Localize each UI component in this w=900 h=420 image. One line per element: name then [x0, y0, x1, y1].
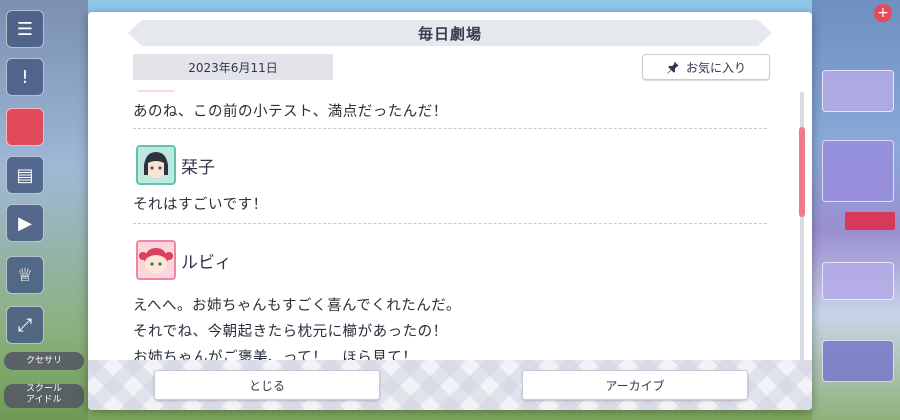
- conversation-entry: ルビィ えへへ。お姉ちゃんもすごく喜んでくれたんだ。 それでね、今朝起きたら枕元…: [133, 224, 767, 360]
- trophy-icon[interactable]: ♕: [6, 256, 44, 294]
- character-face-icon: [139, 248, 173, 274]
- dialogue-line: それはすごいです！: [133, 197, 268, 213]
- shioriko-avatar: [136, 145, 176, 185]
- scrollbar-thumb[interactable]: [799, 127, 805, 217]
- favorite-button[interactable]: お気に入り: [642, 54, 770, 80]
- conversation-entry: 栞子 それはすごいです！: [133, 129, 767, 224]
- video-icon[interactable]: ▶: [6, 204, 44, 242]
- conversation-scroll-area[interactable]: あのね、この前の小テスト、満点だったんだ！ 栞子 それはすごいです！ ルビィ え…: [133, 90, 767, 360]
- close-button[interactable]: とじる: [154, 370, 380, 400]
- speaker-name: ルビィ: [181, 253, 232, 273]
- background-tile[interactable]: [822, 140, 894, 202]
- ruby-avatar: [136, 240, 176, 280]
- conversation-entry: あのね、この前の小テスト、満点だったんだ！: [133, 90, 767, 129]
- avatar: [136, 90, 176, 92]
- dialogue-line: お姉ちゃんがご褒美、って！ ほら見て！: [133, 350, 418, 360]
- dialogue-line: えへへ。お姉ちゃんもすごく喜んでくれたんだ。: [133, 298, 461, 314]
- expand-icon[interactable]: ⤢: [6, 306, 44, 344]
- background-tile[interactable]: [822, 340, 894, 382]
- dialogue-line: それでね、今朝起きたら枕元に櫛があったの！: [133, 324, 448, 340]
- character-face-icon: [144, 152, 168, 178]
- background-label-school-idol[interactable]: スクール アイドル: [4, 384, 84, 408]
- dialog-title: 毎日劇場: [128, 20, 772, 46]
- event-icon[interactable]: [6, 108, 44, 146]
- background-tile[interactable]: [822, 262, 894, 300]
- plus-icon[interactable]: +: [874, 4, 892, 22]
- pin-icon: [667, 61, 679, 74]
- background-label-accessory[interactable]: クセサリ: [4, 352, 84, 370]
- date-label: 2023年6月11日: [133, 54, 333, 80]
- background-badge: [845, 212, 895, 230]
- menu-icon[interactable]: ☰: [6, 10, 44, 48]
- gift-icon[interactable]: ▤: [6, 156, 44, 194]
- speaker-name: 栞子: [181, 158, 215, 178]
- archive-button[interactable]: アーカイブ: [522, 370, 748, 400]
- info-icon[interactable]: !: [6, 58, 44, 96]
- background-tile[interactable]: [822, 70, 894, 112]
- favorite-label: お気に入り: [685, 60, 746, 75]
- dialogue-line: あのね、この前の小テスト、満点だったんだ！: [133, 104, 448, 120]
- daily-theater-dialog: 毎日劇場 2023年6月11日 お気に入り あのね、この前の小テスト、満点だった…: [88, 12, 812, 410]
